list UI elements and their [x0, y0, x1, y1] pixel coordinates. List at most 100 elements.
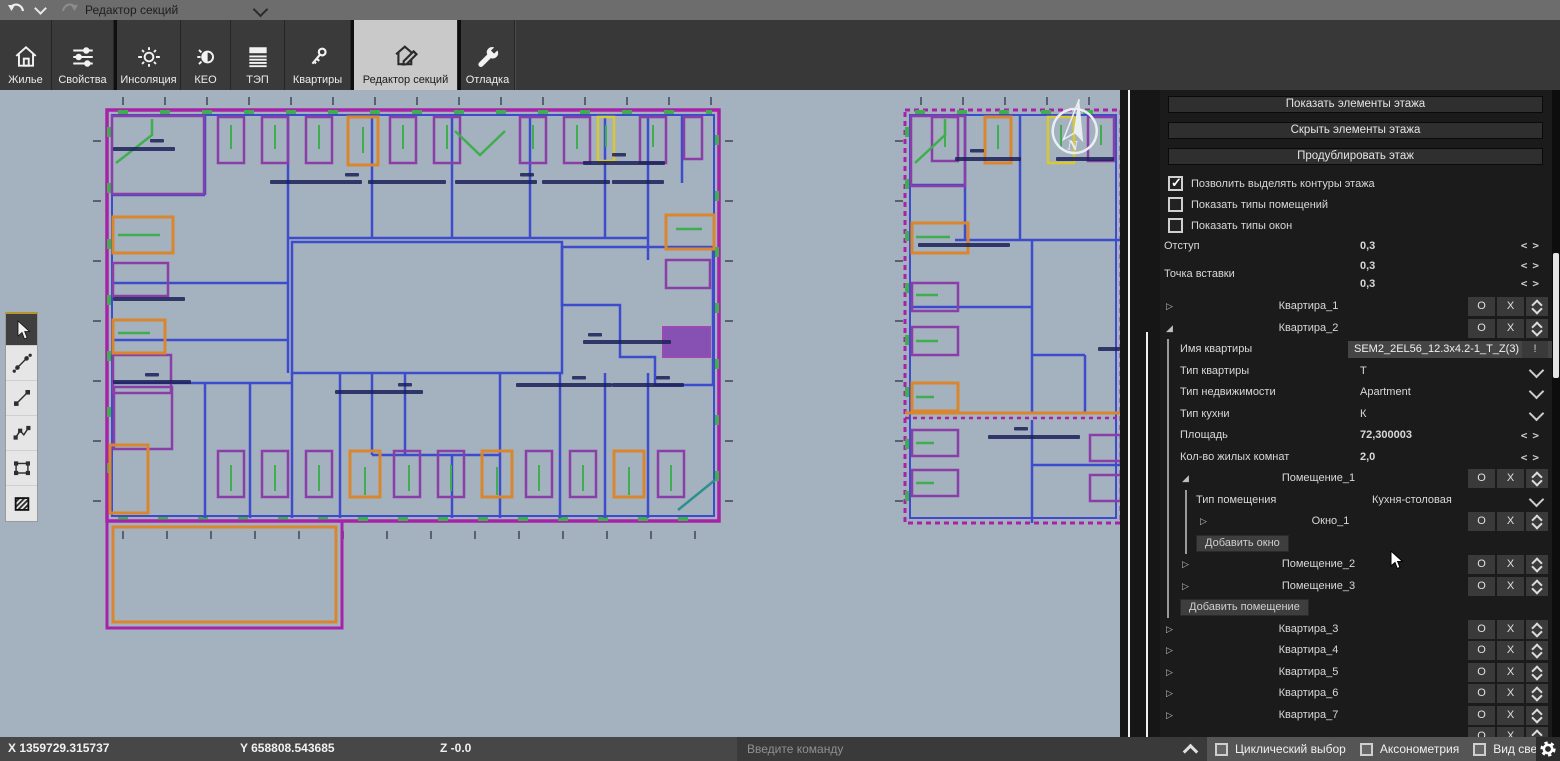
room-label[interactable]: Помещение_2 [1180, 554, 1457, 576]
measure-tool[interactable] [6, 346, 37, 381]
reorder-control[interactable] [1526, 577, 1548, 596]
dropdown-chevron-icon[interactable] [1529, 491, 1545, 507]
reorder-control[interactable] [1526, 512, 1548, 531]
delete-button[interactable]: X [1497, 684, 1524, 703]
delete-button[interactable]: X [1497, 319, 1524, 338]
apartment-label[interactable]: Квартира_7 [1160, 705, 1457, 727]
cyclic-selection-checkbox[interactable] [1215, 743, 1228, 756]
apartment-label[interactable]: Квартира_1 [1160, 296, 1457, 318]
open-button[interactable]: O [1468, 297, 1495, 316]
insert-point-x-value[interactable]: 0,3 [1360, 258, 1375, 274]
tab-insolation[interactable]: Инсоляция [117, 20, 181, 90]
splitter-line[interactable] [1128, 90, 1130, 737]
open-button[interactable]: O [1468, 684, 1495, 703]
delete-button[interactable]: X [1497, 512, 1524, 531]
reorder-control[interactable] [1526, 641, 1548, 660]
open-button[interactable]: O [1468, 727, 1495, 737]
panel-scrollbar[interactable] [1552, 90, 1560, 737]
rectangle-tool[interactable] [6, 451, 37, 486]
apartment-label[interactable]: Квартира_2 [1160, 318, 1457, 340]
add-room-button[interactable]: Добавить помещение [1180, 599, 1309, 616]
window-label[interactable]: Окно_1 [1204, 511, 1457, 533]
tab-tep[interactable]: ТЭП [231, 20, 285, 90]
room-type-value[interactable]: Кухня-столовая [1372, 490, 1452, 512]
tab-apartments[interactable]: Квартиры [285, 20, 351, 90]
show-floor-elements-button[interactable]: Показать элементы этажа [1168, 96, 1543, 113]
room-label[interactable]: Помещение_3 [1180, 576, 1457, 598]
selected-apartment-region[interactable] [562, 247, 713, 385]
open-button[interactable]: O [1468, 706, 1495, 725]
insert-point-y-spinner[interactable]: <> [1521, 276, 1544, 292]
axonometry-checkbox[interactable] [1360, 743, 1373, 756]
dropdown-chevron-icon[interactable] [1529, 384, 1545, 400]
scrollbar-thumb[interactable] [1553, 253, 1559, 378]
open-button[interactable]: O [1468, 469, 1495, 488]
delete-button[interactable]: X [1497, 555, 1524, 574]
tab-housing[interactable]: Жилье [0, 20, 52, 90]
living-rooms-count-value[interactable]: 2,0 [1360, 447, 1375, 469]
delete-button[interactable]: X [1497, 641, 1524, 660]
reorder-control[interactable] [1526, 663, 1548, 682]
apartment-label[interactable]: Квартира_6 [1160, 683, 1457, 705]
reorder-control[interactable] [1526, 684, 1548, 703]
delete-button[interactable]: X [1497, 469, 1524, 488]
viewport-panel-splitter[interactable] [1120, 90, 1160, 737]
tab-properties[interactable]: Свойства [52, 20, 114, 90]
show-window-types-checkbox[interactable] [1168, 218, 1183, 233]
open-button[interactable]: O [1468, 641, 1495, 660]
show-room-types-checkbox[interactable] [1168, 197, 1183, 212]
apartment-label[interactable]: Квартира_4 [1160, 640, 1457, 662]
hide-floor-elements-button[interactable]: Скрыть элементы этажа [1168, 122, 1543, 139]
command-input[interactable] [737, 737, 1175, 761]
kitchen-type-value[interactable]: К [1360, 404, 1366, 426]
apartment-label[interactable]: Квартира_3 [1160, 619, 1457, 641]
reorder-control[interactable] [1526, 620, 1548, 639]
allow-floor-contours-checkbox[interactable] [1168, 176, 1183, 191]
apartment-label[interactable]: Квартира_5 [1160, 662, 1457, 684]
name-warning-button[interactable]: ! [1522, 341, 1548, 358]
dropdown-chevron-icon[interactable] [1529, 405, 1545, 421]
select-tool[interactable] [6, 314, 37, 346]
living-rooms-count-spinner[interactable]: <> [1521, 447, 1544, 469]
tab-section-editor[interactable]: Редактор секций [354, 20, 458, 90]
hatch-tool[interactable] [6, 486, 37, 521]
delete-button[interactable]: X [1497, 706, 1524, 725]
reorder-control[interactable] [1526, 297, 1548, 316]
panel-scrollbar-line[interactable] [1146, 332, 1148, 737]
drawing-viewport[interactable]: N [0, 90, 1120, 737]
tab-debug[interactable]: Отладка [461, 20, 515, 90]
apartment-type-value[interactable]: T [1360, 361, 1367, 383]
delete-button[interactable]: X [1497, 727, 1524, 737]
area-value[interactable]: 72,300003 [1360, 425, 1412, 447]
insert-point-y-value[interactable]: 0,3 [1360, 276, 1375, 292]
open-button[interactable]: O [1468, 620, 1495, 639]
line-tool[interactable] [6, 381, 37, 416]
offset-spinner[interactable]: <> [1521, 238, 1544, 254]
undo-history-chevron-icon[interactable] [34, 2, 47, 15]
insert-point-x-spinner[interactable]: <> [1521, 258, 1544, 274]
delete-button[interactable]: X [1497, 620, 1524, 639]
reorder-control[interactable] [1526, 706, 1548, 725]
section-selector-chevron-icon[interactable] [253, 2, 269, 18]
redo-icon[interactable] [58, 2, 80, 18]
add-window-button[interactable]: Добавить окно [1196, 535, 1289, 552]
open-button[interactable]: O [1468, 555, 1495, 574]
top-view-checkbox[interactable] [1473, 743, 1486, 756]
polyline-tool[interactable] [6, 416, 37, 451]
tab-keo[interactable]: КЕО [181, 20, 231, 90]
open-button[interactable]: O [1468, 319, 1495, 338]
delete-button[interactable]: X [1497, 577, 1524, 596]
reorder-control[interactable] [1526, 727, 1548, 737]
delete-button[interactable]: X [1497, 297, 1524, 316]
open-button[interactable]: O [1468, 577, 1495, 596]
reorder-control[interactable] [1526, 469, 1548, 488]
realty-type-value[interactable]: Apartment [1360, 382, 1411, 404]
undo-icon[interactable] [6, 2, 28, 18]
section-selector-label[interactable]: Редактор секций [85, 3, 178, 17]
offset-value[interactable]: 0,3 [1360, 238, 1375, 254]
dropdown-chevron-icon[interactable] [1529, 362, 1545, 378]
room-label[interactable]: Помещение_1 [1180, 468, 1457, 490]
duplicate-floor-button[interactable]: Продублировать этаж [1168, 148, 1543, 165]
expand-console-chevron-icon[interactable] [1183, 744, 1199, 760]
open-button[interactable]: O [1468, 663, 1495, 682]
